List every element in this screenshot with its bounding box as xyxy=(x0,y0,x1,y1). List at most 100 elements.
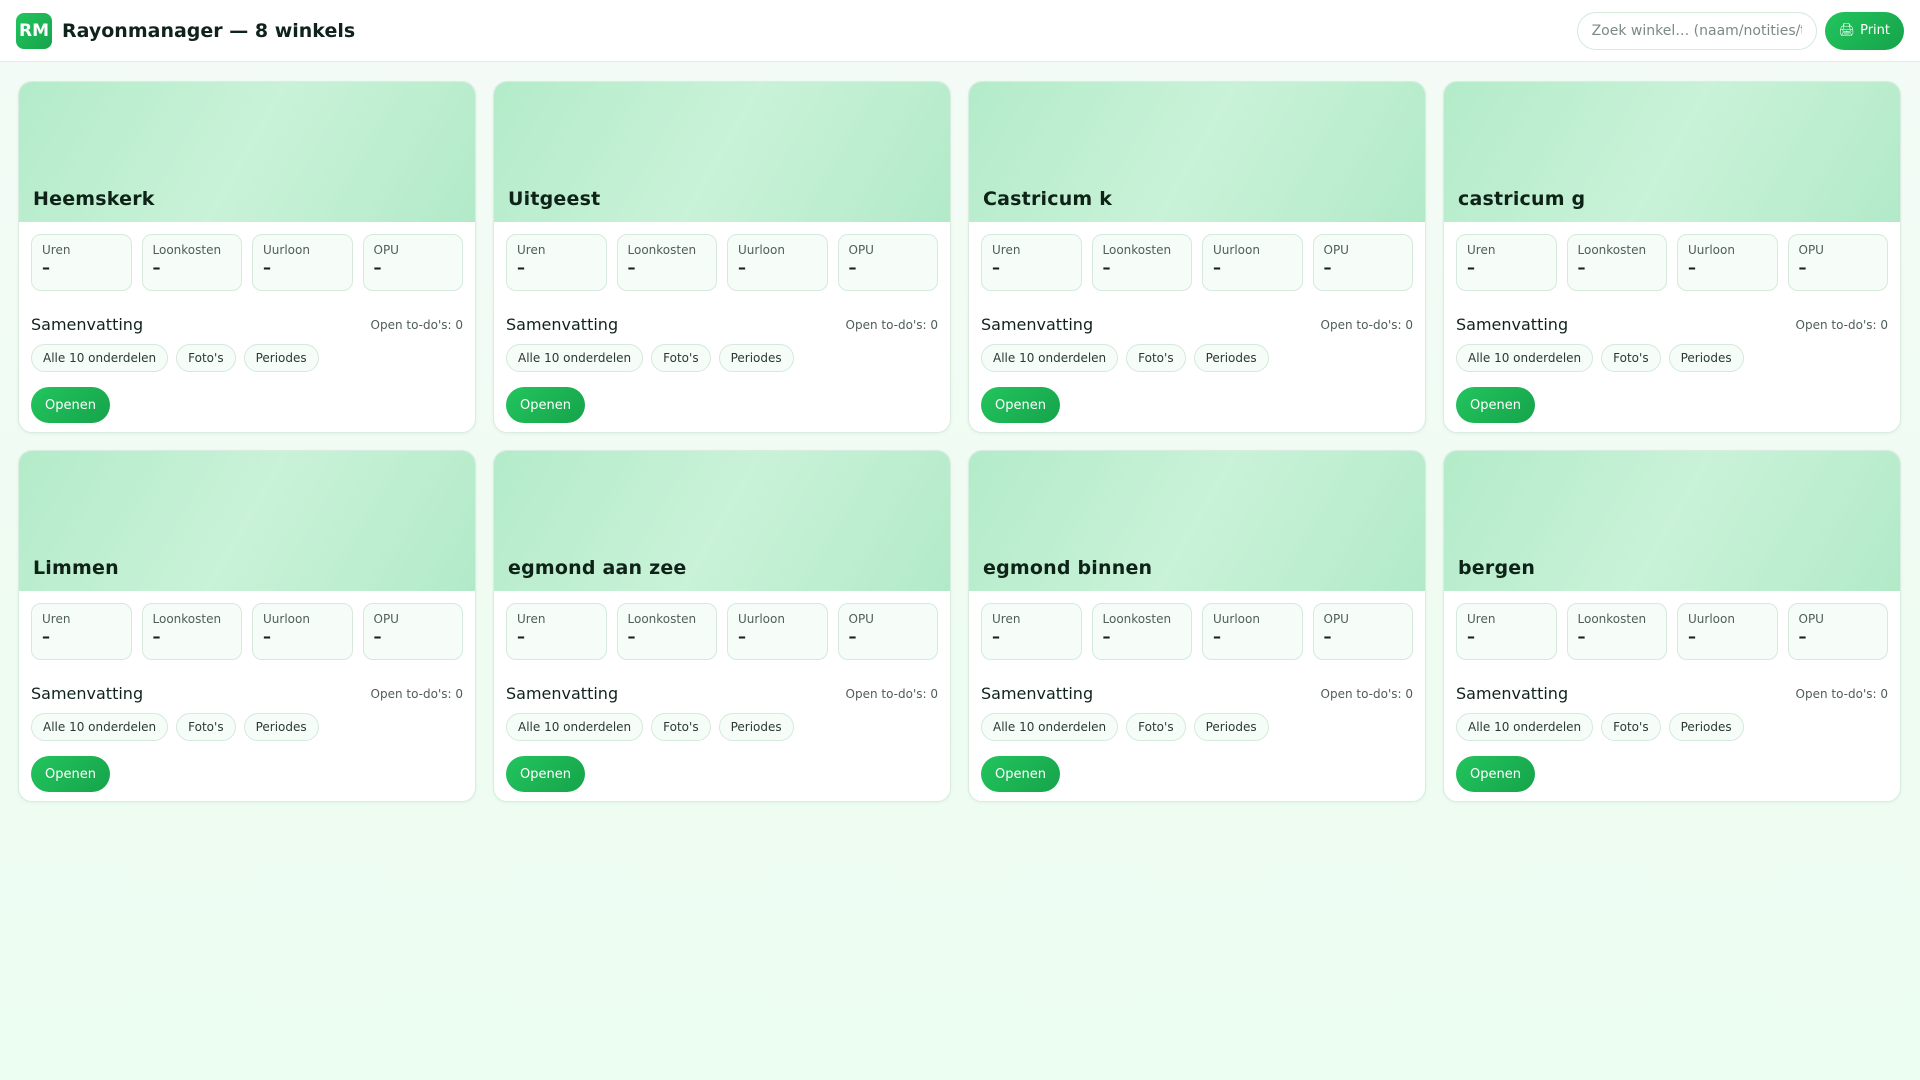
metrics-row: Uren – Loonkosten – Uurloon – OPU – xyxy=(31,603,463,660)
chip-photos[interactable]: Foto's xyxy=(651,713,711,741)
open-todos-count: Open to-do's: 0 xyxy=(370,317,463,332)
chip-periods[interactable]: Periodes xyxy=(1668,713,1744,741)
open-button[interactable]: Openen xyxy=(506,756,585,792)
open-button[interactable]: Openen xyxy=(1456,756,1535,792)
chip-periods[interactable]: Periodes xyxy=(1193,713,1269,741)
chip-photos[interactable]: Foto's xyxy=(1126,713,1186,741)
metric-label: OPU xyxy=(1323,612,1349,626)
chip-row: Alle 10 onderdelen Foto's Periodes xyxy=(981,713,1413,741)
top-bar: RM Rayonmanager — 8 winkels 🖨 Print xyxy=(0,0,1920,62)
metric-label: OPU xyxy=(848,612,874,626)
metric-value: – xyxy=(1323,258,1332,277)
store-card-header: egmond binnen xyxy=(969,451,1425,591)
chip-all-parts[interactable]: Alle 10 onderdelen xyxy=(981,713,1119,741)
chip-photos[interactable]: Foto's xyxy=(176,344,236,372)
metric-label: Loonkosten xyxy=(627,612,697,626)
chip-all-parts[interactable]: Alle 10 onderdelen xyxy=(506,344,644,372)
metric-label: Uren xyxy=(992,612,1021,626)
metric-label: Loonkosten xyxy=(152,612,222,626)
chip-photos[interactable]: Foto's xyxy=(176,713,236,741)
metric-label: Uurloon xyxy=(1213,243,1260,257)
chip-periods[interactable]: Periodes xyxy=(718,713,794,741)
chip-all-parts[interactable]: Alle 10 onderdelen xyxy=(981,344,1119,372)
chip-photos[interactable]: Foto's xyxy=(651,344,711,372)
metric-value: – xyxy=(992,258,1000,277)
print-button[interactable]: 🖨 Print xyxy=(1824,11,1904,50)
metric-value: – xyxy=(848,627,857,646)
chip-all-parts[interactable]: Alle 10 onderdelen xyxy=(506,713,644,741)
chip-periods[interactable]: Periodes xyxy=(1193,344,1269,372)
chip-all-parts[interactable]: Alle 10 onderdelen xyxy=(1456,713,1594,741)
search-input[interactable] xyxy=(1576,11,1817,50)
metric-label: OPU xyxy=(848,243,874,257)
page-title: Rayonmanager — 8 winkels xyxy=(62,19,356,42)
chip-photos[interactable]: Foto's xyxy=(1601,344,1661,372)
store-name: Castricum k xyxy=(983,188,1113,210)
metric-loonkosten: Loonkosten – xyxy=(1091,603,1192,660)
open-button[interactable]: Openen xyxy=(981,756,1060,792)
store-card-header: Uitgeest xyxy=(494,82,950,222)
metric-value: – xyxy=(373,258,382,277)
store-name: egmond aan zee xyxy=(508,557,687,579)
metric-opu: OPU – xyxy=(1787,603,1888,660)
open-button[interactable]: Openen xyxy=(1456,387,1535,423)
metric-uren: Uren – xyxy=(1456,234,1557,291)
metric-value: – xyxy=(1323,627,1332,646)
metric-label: OPU xyxy=(1323,243,1349,257)
metric-label: Uurloon xyxy=(1688,243,1735,257)
metrics-row: Uren – Loonkosten – Uurloon – OPU – xyxy=(981,234,1413,291)
open-todos-count: Open to-do's: 0 xyxy=(370,686,463,701)
open-button[interactable]: Openen xyxy=(981,387,1060,423)
metric-opu: OPU – xyxy=(837,234,938,291)
chip-row: Alle 10 onderdelen Foto's Periodes xyxy=(981,344,1413,372)
open-button[interactable]: Openen xyxy=(31,756,110,792)
metric-value: – xyxy=(517,627,525,646)
metric-opu: OPU – xyxy=(1312,234,1413,291)
metric-label: OPU xyxy=(1798,612,1824,626)
chip-all-parts[interactable]: Alle 10 onderdelen xyxy=(31,344,169,372)
store-name: castricum g xyxy=(1458,188,1586,210)
metric-value: – xyxy=(263,627,271,646)
open-button[interactable]: Openen xyxy=(506,387,585,423)
chip-row: Alle 10 onderdelen Foto's Periodes xyxy=(31,713,463,741)
chip-all-parts[interactable]: Alle 10 onderdelen xyxy=(31,713,169,741)
metric-label: Uurloon xyxy=(1213,612,1260,626)
metric-value: – xyxy=(1467,627,1475,646)
chip-periods[interactable]: Periodes xyxy=(243,344,319,372)
open-todos-count: Open to-do's: 0 xyxy=(1320,317,1413,332)
chip-periods[interactable]: Periodes xyxy=(718,344,794,372)
summary-title: Samenvatting xyxy=(31,684,144,703)
printer-icon: 🖨 xyxy=(1838,23,1856,38)
metric-uren: Uren – xyxy=(981,603,1082,660)
chip-row: Alle 10 onderdelen Foto's Periodes xyxy=(1456,344,1888,372)
metric-uren: Uren – xyxy=(31,603,132,660)
chip-row: Alle 10 onderdelen Foto's Periodes xyxy=(506,344,938,372)
summary-row: Samenvatting Open to-do's: 0 xyxy=(31,684,463,703)
metrics-row: Uren – Loonkosten – Uurloon – OPU – xyxy=(1456,234,1888,291)
store-card-header: bergen xyxy=(1444,451,1900,591)
metric-uren: Uren – xyxy=(506,234,607,291)
metric-label: OPU xyxy=(1798,243,1824,257)
store-name: Heemskerk xyxy=(33,188,155,210)
summary-row: Samenvatting Open to-do's: 0 xyxy=(31,315,463,334)
chip-all-parts[interactable]: Alle 10 onderdelen xyxy=(1456,344,1594,372)
open-todos-count: Open to-do's: 0 xyxy=(1795,686,1888,701)
summary-row: Samenvatting Open to-do's: 0 xyxy=(981,315,1413,334)
chip-periods[interactable]: Periodes xyxy=(1668,344,1744,372)
metric-label: Uren xyxy=(42,612,71,626)
metric-label: Loonkosten xyxy=(1577,243,1647,257)
chip-photos[interactable]: Foto's xyxy=(1126,344,1186,372)
metric-value: – xyxy=(992,627,1000,646)
metric-opu: OPU – xyxy=(362,234,463,291)
metric-uurloon: Uurloon – xyxy=(1202,234,1303,291)
metric-value: – xyxy=(1467,258,1475,277)
store-name: Uitgeest xyxy=(508,188,601,210)
store-card: Uitgeest Uren – Loonkosten – Uurloon – OPU –… xyxy=(493,81,951,433)
open-button[interactable]: Openen xyxy=(31,387,110,423)
metric-opu: OPU – xyxy=(1787,234,1888,291)
open-todos-count: Open to-do's: 0 xyxy=(845,317,938,332)
chip-periods[interactable]: Periodes xyxy=(243,713,319,741)
chip-photos[interactable]: Foto's xyxy=(1601,713,1661,741)
summary-title: Samenvatting xyxy=(31,315,144,334)
summary-title: Samenvatting xyxy=(1456,315,1569,334)
